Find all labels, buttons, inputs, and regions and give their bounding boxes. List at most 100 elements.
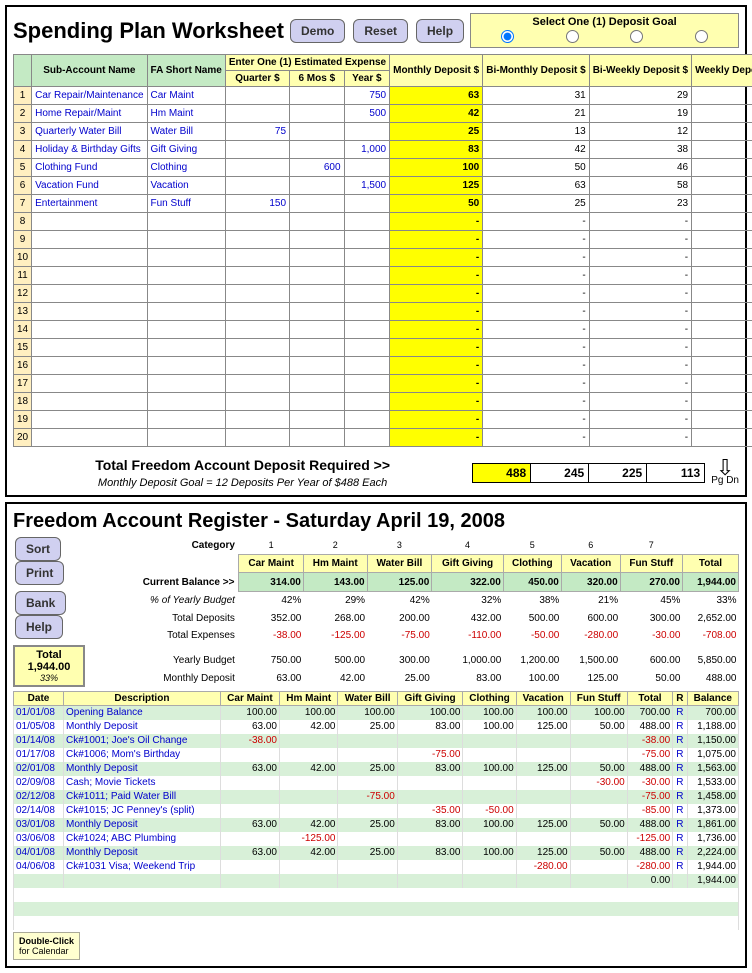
amount-cell[interactable] bbox=[570, 734, 627, 748]
year-cell[interactable] bbox=[344, 285, 390, 303]
amount-cell[interactable]: 25.00 bbox=[338, 720, 397, 734]
sixmos-cell[interactable] bbox=[290, 195, 345, 213]
year-cell[interactable] bbox=[344, 213, 390, 231]
sixmos-cell[interactable] bbox=[290, 285, 345, 303]
amount-cell[interactable]: 83.00 bbox=[397, 818, 463, 832]
goal-monthly-radio[interactable] bbox=[501, 30, 514, 43]
date-cell[interactable]: 02/12/08 bbox=[14, 790, 64, 804]
amount-cell[interactable]: 83.00 bbox=[397, 762, 463, 776]
amount-cell[interactable]: 25.00 bbox=[338, 818, 397, 832]
amount-cell[interactable] bbox=[397, 734, 463, 748]
fashort-cell[interactable] bbox=[147, 231, 225, 249]
sixmos-cell[interactable]: 600 bbox=[290, 159, 345, 177]
amount-cell[interactable] bbox=[338, 874, 397, 888]
fashort-cell[interactable] bbox=[147, 375, 225, 393]
desc-cell[interactable]: Ck#1015; JC Penney's (split) bbox=[64, 804, 221, 818]
page-down-button[interactable]: ⇩ Pg Dn bbox=[711, 461, 739, 486]
amount-cell[interactable] bbox=[570, 832, 627, 846]
date-cell[interactable]: 02/09/08 bbox=[14, 776, 64, 790]
amount-cell[interactable] bbox=[338, 776, 397, 790]
amount-cell[interactable] bbox=[280, 776, 338, 790]
subaccount-cell[interactable] bbox=[32, 339, 147, 357]
amount-cell[interactable]: 42.00 bbox=[280, 846, 338, 860]
year-cell[interactable] bbox=[344, 393, 390, 411]
amount-cell[interactable] bbox=[463, 776, 516, 790]
print-button[interactable]: Print bbox=[15, 561, 64, 585]
amount-cell[interactable] bbox=[397, 832, 463, 846]
amount-cell[interactable]: 50.00 bbox=[570, 720, 627, 734]
reconcile-cell[interactable]: R bbox=[673, 846, 687, 860]
amount-cell[interactable]: 100.00 bbox=[280, 706, 338, 720]
demo-button[interactable]: Demo bbox=[290, 19, 345, 43]
sixmos-cell[interactable] bbox=[290, 321, 345, 339]
amount-cell[interactable]: 63.00 bbox=[220, 818, 279, 832]
quarter-cell[interactable] bbox=[225, 285, 289, 303]
amount-cell[interactable]: 100.00 bbox=[463, 762, 516, 776]
amount-cell[interactable] bbox=[338, 832, 397, 846]
reconcile-cell[interactable]: R bbox=[673, 790, 687, 804]
amount-cell[interactable]: 125.00 bbox=[516, 762, 570, 776]
reconcile-cell[interactable]: R bbox=[673, 748, 687, 762]
year-cell[interactable] bbox=[344, 159, 390, 177]
reconcile-cell[interactable]: R bbox=[673, 706, 687, 720]
quarter-cell[interactable] bbox=[225, 411, 289, 429]
amount-cell[interactable]: 25.00 bbox=[338, 762, 397, 776]
year-cell[interactable] bbox=[344, 321, 390, 339]
subaccount-cell[interactable] bbox=[32, 213, 147, 231]
fashort-cell[interactable] bbox=[147, 411, 225, 429]
amount-cell[interactable]: 125.00 bbox=[516, 846, 570, 860]
quarter-cell[interactable] bbox=[225, 303, 289, 321]
fashort-cell[interactable] bbox=[147, 429, 225, 447]
subaccount-cell[interactable] bbox=[32, 249, 147, 267]
desc-cell[interactable]: Ck#1006; Mom's Birthday bbox=[64, 748, 221, 762]
fashort-cell[interactable]: Fun Stuff bbox=[147, 195, 225, 213]
sixmos-cell[interactable] bbox=[290, 267, 345, 285]
quarter-cell[interactable] bbox=[225, 231, 289, 249]
subaccount-cell[interactable] bbox=[32, 357, 147, 375]
fashort-cell[interactable] bbox=[147, 213, 225, 231]
quarter-cell[interactable] bbox=[225, 267, 289, 285]
amount-cell[interactable]: 83.00 bbox=[397, 846, 463, 860]
amount-cell[interactable] bbox=[220, 832, 279, 846]
year-cell[interactable] bbox=[344, 339, 390, 357]
subaccount-cell[interactable] bbox=[32, 303, 147, 321]
amount-cell[interactable] bbox=[570, 790, 627, 804]
amount-cell[interactable]: 25.00 bbox=[338, 846, 397, 860]
sixmos-cell[interactable] bbox=[290, 231, 345, 249]
fashort-cell[interactable] bbox=[147, 339, 225, 357]
fashort-cell[interactable]: Clothing bbox=[147, 159, 225, 177]
year-cell[interactable]: 1,500 bbox=[344, 177, 390, 195]
amount-cell[interactable] bbox=[397, 874, 463, 888]
amount-cell[interactable] bbox=[397, 776, 463, 790]
amount-cell[interactable] bbox=[338, 804, 397, 818]
subaccount-cell[interactable]: Vacation Fund bbox=[32, 177, 147, 195]
sixmos-cell[interactable] bbox=[290, 213, 345, 231]
reconcile-cell[interactable]: R bbox=[673, 720, 687, 734]
reset-button[interactable]: Reset bbox=[353, 19, 408, 43]
fashort-cell[interactable] bbox=[147, 321, 225, 339]
amount-cell[interactable] bbox=[220, 804, 279, 818]
amount-cell[interactable]: 63.00 bbox=[220, 762, 279, 776]
fashort-cell[interactable] bbox=[147, 303, 225, 321]
desc-cell[interactable] bbox=[64, 874, 221, 888]
quarter-cell[interactable] bbox=[225, 375, 289, 393]
reconcile-cell[interactable]: R bbox=[673, 818, 687, 832]
subaccount-cell[interactable] bbox=[32, 393, 147, 411]
year-cell[interactable] bbox=[344, 375, 390, 393]
subaccount-cell[interactable] bbox=[32, 267, 147, 285]
quarter-cell[interactable]: 75 bbox=[225, 123, 289, 141]
quarter-cell[interactable] bbox=[225, 321, 289, 339]
amount-cell[interactable] bbox=[570, 860, 627, 874]
desc-cell[interactable]: Monthly Deposit bbox=[64, 720, 221, 734]
amount-cell[interactable]: 125.00 bbox=[516, 818, 570, 832]
year-cell[interactable] bbox=[344, 303, 390, 321]
amount-cell[interactable] bbox=[516, 776, 570, 790]
amount-cell[interactable] bbox=[220, 860, 279, 874]
year-cell[interactable] bbox=[344, 195, 390, 213]
amount-cell[interactable]: 100.00 bbox=[463, 706, 516, 720]
sixmos-cell[interactable] bbox=[290, 411, 345, 429]
amount-cell[interactable]: 125.00 bbox=[516, 720, 570, 734]
amount-cell[interactable] bbox=[220, 776, 279, 790]
amount-cell[interactable] bbox=[220, 790, 279, 804]
bank-button[interactable]: Bank bbox=[15, 591, 66, 615]
